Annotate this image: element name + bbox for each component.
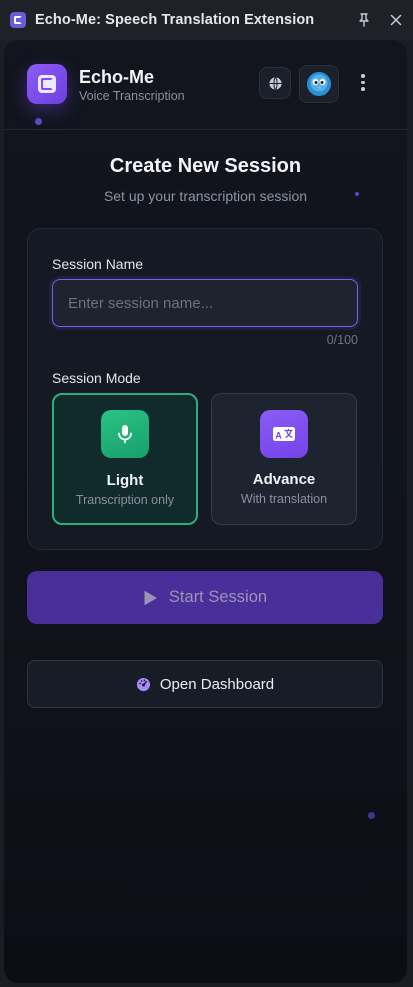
start-session-label: Start Session bbox=[168, 588, 268, 606]
avatar-icon bbox=[307, 72, 331, 96]
extension-panel: Echo-Me Voice Transcription Create New S… bbox=[4, 40, 407, 983]
app-header: Echo-Me Voice Transcription bbox=[4, 40, 407, 130]
app-icon bbox=[10, 12, 26, 28]
mode-light-title: Light bbox=[106, 472, 144, 489]
mode-option-advance[interactable]: A Advance With translation bbox=[211, 393, 357, 525]
session-name-label: Session Name bbox=[52, 256, 144, 272]
close-icon[interactable] bbox=[389, 13, 403, 27]
dashboard-icon bbox=[136, 677, 150, 691]
decorative-dot bbox=[35, 118, 42, 125]
microphone-icon bbox=[101, 410, 149, 458]
translate-icon: A bbox=[260, 410, 308, 458]
app-logo bbox=[27, 64, 67, 104]
language-button[interactable] bbox=[259, 67, 291, 99]
mode-advance-description: With translation bbox=[240, 492, 328, 506]
more-menu-button[interactable] bbox=[356, 74, 370, 96]
window-titlebar: Echo-Me: Speech Translation Extension bbox=[0, 0, 413, 40]
svg-text:A: A bbox=[275, 430, 282, 440]
page-title: Create New Session bbox=[109, 155, 302, 177]
mode-option-light[interactable]: Light Transcription only bbox=[52, 393, 198, 525]
start-session-button[interactable]: Start Session bbox=[27, 571, 383, 624]
char-counter: 0/100 bbox=[326, 333, 358, 347]
session-form-card: Session Name 0/100 Session Mode Light Tr… bbox=[27, 228, 383, 550]
session-name-field[interactable] bbox=[52, 279, 358, 327]
play-icon bbox=[144, 590, 157, 605]
open-dashboard-label: Open Dashboard bbox=[159, 675, 275, 693]
globe-icon bbox=[268, 76, 282, 90]
session-name-input[interactable] bbox=[53, 280, 357, 326]
avatar-button[interactable] bbox=[299, 65, 339, 103]
app-subtitle: Voice Transcription bbox=[79, 89, 185, 103]
pin-icon[interactable] bbox=[357, 13, 371, 27]
decorative-dot bbox=[368, 812, 375, 819]
mode-advance-title: Advance bbox=[252, 471, 316, 488]
open-dashboard-button[interactable]: Open Dashboard bbox=[27, 660, 383, 708]
window-title: Echo-Me: Speech Translation Extension bbox=[35, 12, 315, 28]
mode-light-description: Transcription only bbox=[75, 493, 175, 507]
page-subtitle: Set up your transcription session bbox=[103, 188, 308, 204]
session-mode-label: Session Mode bbox=[52, 370, 141, 386]
more-vertical-icon bbox=[361, 74, 365, 78]
app-name: Echo-Me bbox=[79, 67, 155, 87]
